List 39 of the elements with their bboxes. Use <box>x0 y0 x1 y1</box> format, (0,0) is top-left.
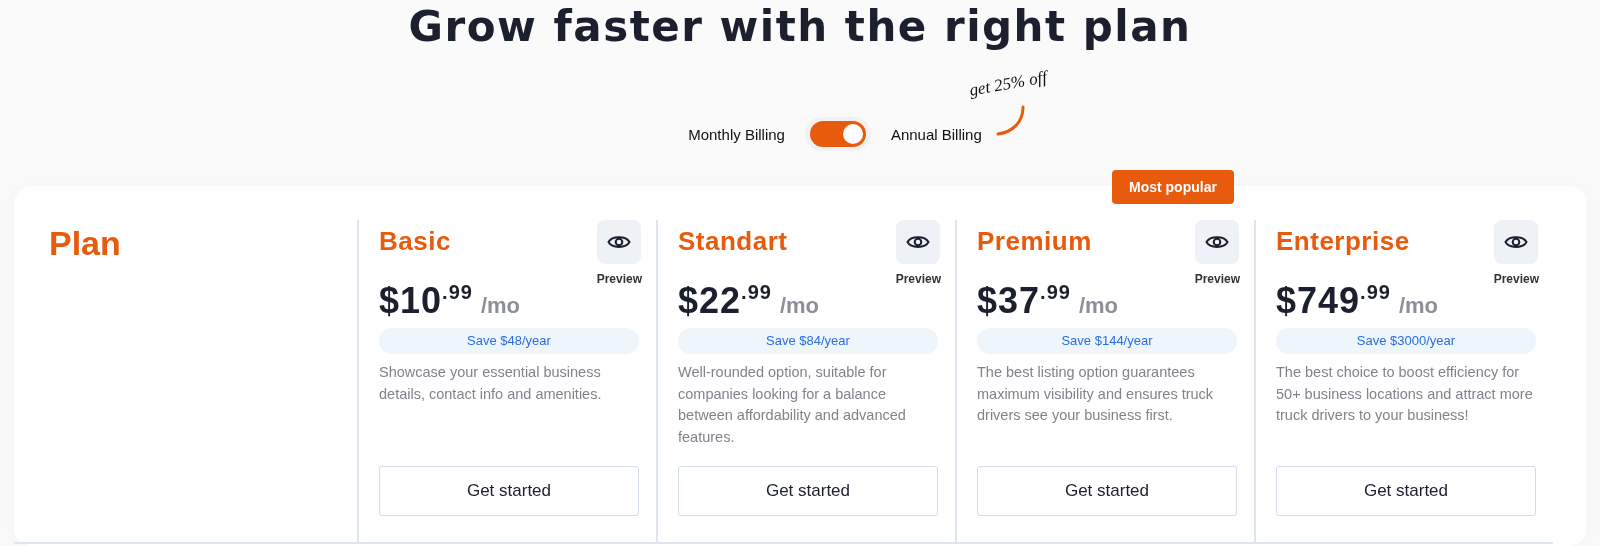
plan-name: Enterprise <box>1276 226 1410 257</box>
promo-note: get 25% off <box>967 66 1049 101</box>
price: $37$^{.99}$ <box>977 280 1071 322</box>
get-started-button[interactable]: Get started <box>379 466 639 516</box>
plan-description: The best listing option guarantees maximum visibility and ensures truck drivers see your business first. <box>977 363 1215 425</box>
preview-label: Preview <box>1194 272 1240 286</box>
savings-badge: Save $3000/year <box>1276 328 1536 354</box>
price-period: /mo <box>480 293 520 319</box>
price: $749$^{.99}$ <box>1276 280 1391 322</box>
price-period: /mo <box>779 293 819 319</box>
preview-label: Preview <box>596 272 642 286</box>
page-heading: Grow faster with the right plan <box>408 2 1192 52</box>
plan-description: Showcase your essential business details, contact info and amenities. <box>379 363 603 404</box>
preview-label: Preview <box>1493 272 1539 286</box>
price: $10$^{.99}$ <box>379 280 473 322</box>
get-started-button[interactable]: Get started <box>977 466 1237 516</box>
preview-button[interactable] <box>896 220 941 264</box>
savings-badge: Save $144/year <box>977 328 1237 354</box>
plan-description: Well-rounded option, suitable for companies looking for a balance between affordability and advanced features. <box>678 363 907 447</box>
billing-toggle[interactable] <box>809 121 866 147</box>
plan-description: The best choice to boost efficiency for 50+ business locations and attract more truck drivers to your business! <box>1276 363 1534 425</box>
preview-label: Preview <box>895 272 941 286</box>
row-label: Plan <box>49 224 122 263</box>
savings-badge: Save $84/year <box>678 328 938 354</box>
preview-button[interactable] <box>597 220 642 264</box>
plan-name: Basic <box>379 226 451 257</box>
plan-name: Standart <box>678 226 788 257</box>
preview-button[interactable] <box>1494 220 1539 264</box>
billing-label: Monthly Billing <box>688 125 785 143</box>
billing-label: Annual Billing <box>890 125 982 143</box>
get-started-button[interactable]: Get started <box>678 466 938 516</box>
price-period: /mo <box>1078 293 1118 319</box>
savings-badge: Save $48/year <box>379 328 639 354</box>
popular-badge: Most popular <box>1112 170 1234 204</box>
plan-name: Premium <box>977 226 1092 257</box>
price-period: /mo <box>1398 293 1439 319</box>
get-started-button[interactable]: Get started <box>1276 466 1536 516</box>
price: $22$^{.99}$ <box>678 280 772 322</box>
preview-button[interactable] <box>1195 220 1240 264</box>
